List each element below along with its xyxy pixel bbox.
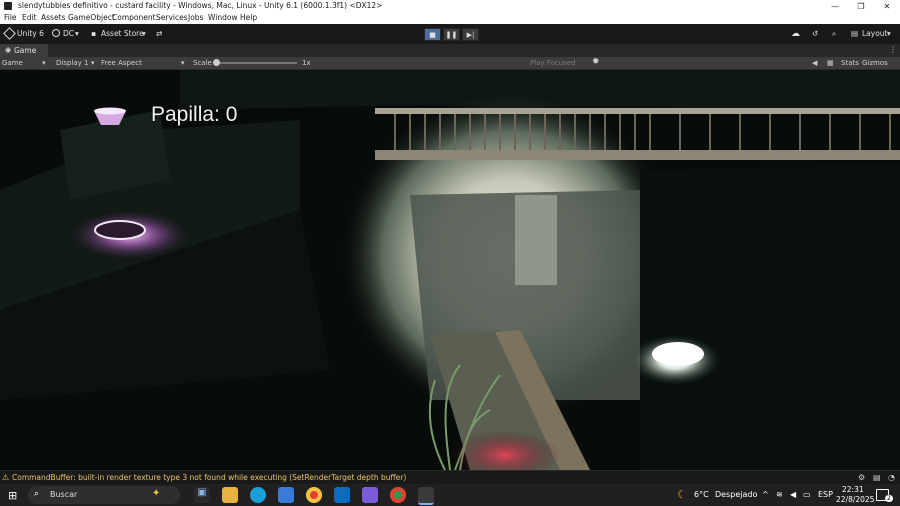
weather-text[interactable]: Despejado [715,490,757,499]
chevron-down-icon: ▾ [75,29,79,38]
scale-value: 1x [302,59,311,67]
gizmos-button[interactable]: Gizmos [862,59,888,67]
chevron-down-icon: ▾ [181,59,185,67]
game-scene [0,70,900,470]
menu-edit[interactable]: Edit [22,13,37,22]
history-icon[interactable]: ↺ [812,29,818,38]
menu-window[interactable]: Window [208,13,238,22]
outlook-icon[interactable] [334,487,350,503]
account-icon [52,29,60,37]
window-title-bar: slendytubbies definitivo - custard facil… [0,0,900,12]
cloud-icon[interactable]: ☁ [791,29,800,39]
windows-start-icon[interactable]: ⊞ [8,489,17,502]
notification-badge: 2 [885,495,893,502]
chrome-icon[interactable] [306,487,322,503]
chevron-down-icon: ▾ [142,29,146,38]
pause-button[interactable]: ❚❚ [443,28,460,41]
copilot-icon[interactable] [362,487,378,503]
window-title: slendytubbies definitivo - custard facil… [18,1,383,10]
chevron-down-icon: ▾ [887,29,891,38]
restore-button[interactable]: ❐ [848,0,874,12]
copilot-sparkle-icon: ✦ [152,488,161,499]
progress-icon[interactable]: ◔ [888,473,895,482]
menu-bar: File Edit Assets GameObject Component Se… [0,12,900,24]
shortcuts-icon[interactable]: ▦ [827,59,834,67]
scale-label: Scale [193,59,212,67]
debug-icon[interactable]: ⚙ [858,473,865,482]
windows-taskbar: ⊞ ⌕ Buscar ✦ ▣ ☾ 6°C Despejado ^ ≋ ◀ ▭ E… [0,484,900,506]
view-mode-dropdown[interactable]: Game [2,59,23,67]
mute-audio-icon[interactable]: ◀ [812,59,817,67]
menu-help[interactable]: Help [240,13,257,22]
battery-icon[interactable]: ▭ [803,490,811,499]
game-view-toolbar: Game ▾ Display 1 ▾ Free Aspect ▾ Scale 1… [0,57,900,70]
close-button[interactable]: ✕ [874,0,900,12]
menu-file[interactable]: File [4,13,17,22]
menu-assets[interactable]: Assets [41,13,65,22]
tab-strip [0,44,900,57]
store-icon[interactable] [278,487,294,503]
unity-app-icon [4,2,12,10]
console-icon[interactable]: ▤ [873,473,881,482]
layout-icon: ▤ [851,29,859,38]
minimize-button[interactable]: — [822,0,848,12]
clock-time[interactable]: 22:31 [842,485,864,494]
taskbar-search[interactable]: ⌕ Buscar ✦ [28,486,180,504]
menu-jobs[interactable]: Jobs [188,13,203,22]
step-icon: ▶| [466,30,475,39]
wifi-icon[interactable]: ≋ [776,490,783,499]
game-view[interactable]: Papilla: 0 [0,70,900,470]
scale-slider-handle[interactable] [213,59,220,66]
task-view-icon[interactable]: ▣ [194,487,210,503]
display-dropdown[interactable]: Display 1 [56,59,88,67]
menu-component[interactable]: Component [112,13,156,22]
play-focused-dropdown[interactable]: Play Focused [530,59,576,67]
play-button[interactable]: ■ [424,28,441,41]
console-status-bar[interactable]: ⚠ CommandBuffer: built-in render texture… [0,470,900,485]
language-indicator[interactable]: ESP [818,490,833,499]
layout-dropdown[interactable]: Layout [862,29,888,38]
menu-services[interactable]: Services [156,13,188,22]
edge-icon[interactable] [250,487,266,503]
weather-temp[interactable]: 6°C [694,490,709,499]
tray-chevron-up-icon[interactable]: ^ [762,490,769,499]
aspect-dropdown[interactable]: Free Aspect [101,59,142,67]
weather-icon: ☾ [677,488,687,501]
clock-date[interactable]: 22/8/2025 [836,495,874,504]
tab-game[interactable]: ◉ Game [0,44,48,57]
unity-toolbar: Unity 6 DC ▾ ▪ Asset Store ▾ ⇄ ■ ❚❚ ▶| ☁… [0,24,900,44]
hud-score-text: Papilla: 0 [151,103,238,126]
play-icon: ■ [429,30,436,39]
warning-icon: ⚠ [2,473,10,482]
unity-version-label[interactable]: Unity 6 [17,29,44,38]
search-icon: ⌕ [34,489,40,499]
pause-icon: ❚❚ [445,30,458,39]
sun-icon[interactable]: ✹ [592,57,600,67]
scale-slider[interactable] [215,62,297,64]
asset-store-icon: ▪ [91,29,97,38]
unity-hub-icon[interactable] [418,487,434,505]
more-options-icon[interactable]: ⋮ [889,45,897,54]
chevron-down-icon: ▾ [42,59,46,67]
asset-store-button[interactable]: Asset Store [101,29,144,38]
volume-icon[interactable]: ◀ [790,490,796,499]
account-dropdown[interactable]: DC [63,29,74,38]
stats-button[interactable]: Stats [841,59,859,67]
chrome-profile-icon[interactable] [390,487,406,503]
file-explorer-icon[interactable] [222,487,238,503]
console-message[interactable]: CommandBuffer: built-in render texture t… [12,473,406,482]
search-icon[interactable]: ⌕ [832,29,836,39]
version-control-icon[interactable]: ⇄ [156,29,162,38]
search-placeholder: Buscar [50,490,78,499]
chevron-down-icon: ▾ [91,59,95,67]
unity-logo-icon [3,27,16,40]
step-button[interactable]: ▶| [462,28,479,41]
tab-game-label: Game [14,46,37,55]
gamepad-icon: ◉ [5,46,12,54]
menu-gameobject[interactable]: GameObject [68,13,115,22]
